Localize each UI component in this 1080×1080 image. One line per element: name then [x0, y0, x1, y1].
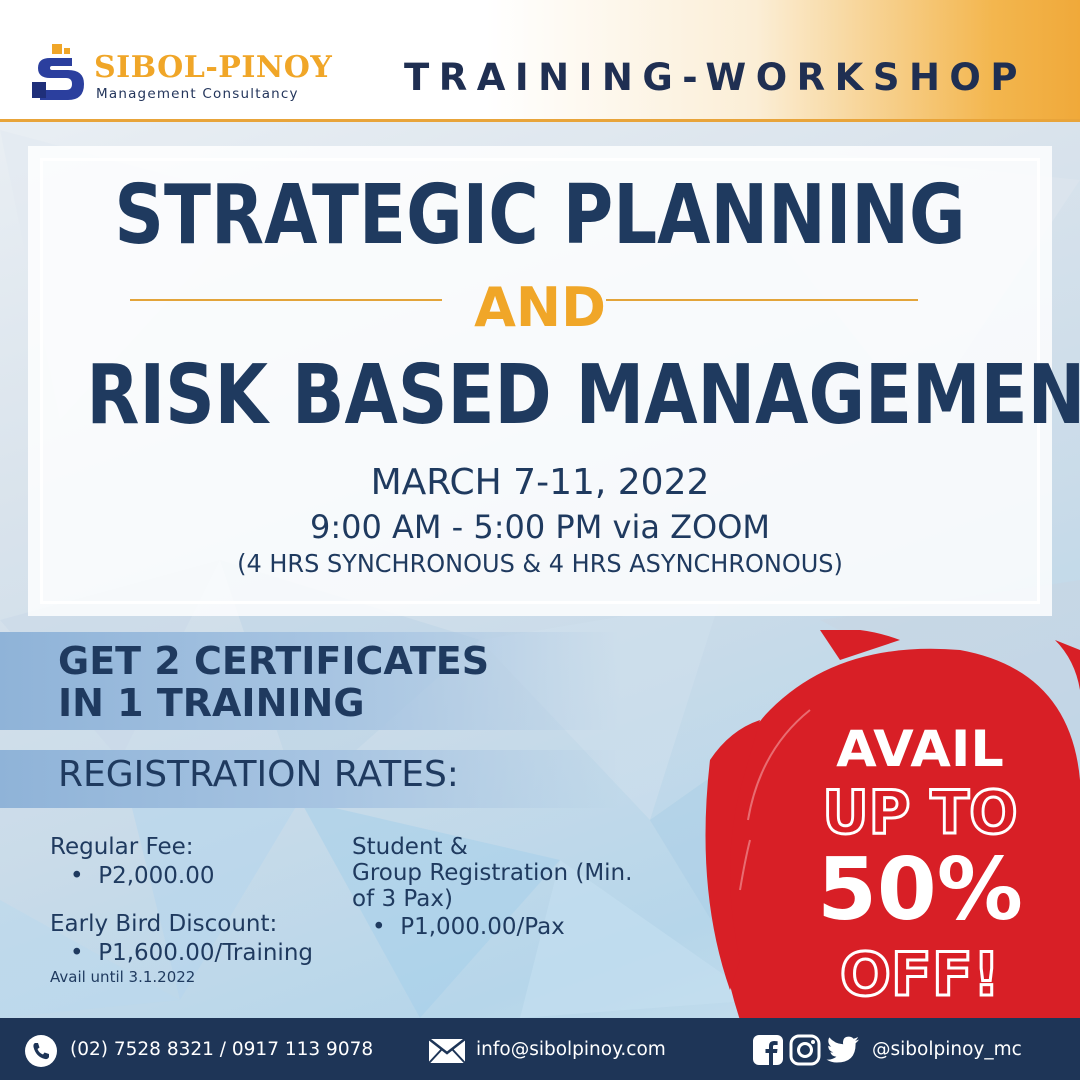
early-bird-item: • P1,600.00/Training [70, 940, 313, 966]
instagram-icon[interactable] [789, 1034, 821, 1066]
event-date: MARCH 7-11, 2022 [370, 462, 710, 503]
promo-line4: OFF! [838, 939, 1001, 1012]
promo-line3: 50% [817, 840, 1023, 940]
rates-title: REGISTRATION RATES: [58, 754, 459, 795]
footer-phone: (02) 7528 8321 / 0917 113 9078 [70, 1039, 374, 1060]
twitter-icon[interactable] [826, 1036, 860, 1064]
event-format: (4 HRS SYNCHRONOUS & 4 HRS ASYNCHRONOUS) [237, 549, 843, 578]
certificates-line1: GET 2 CERTIFICATES [58, 639, 490, 683]
brand-name: SIBOL-PINOY [94, 50, 333, 85]
facebook-icon[interactable] [752, 1034, 784, 1066]
sibol-pinoy-logo-icon [32, 44, 84, 100]
promo-line2: UP TO [821, 777, 1019, 850]
early-bird-price: P1,600.00/Training [98, 940, 313, 966]
brand-subtitle: Management Consultancy [96, 86, 299, 102]
promo-line1: AVAIL [836, 720, 1004, 778]
group-label-line2: Group Registration (Min. [352, 860, 633, 886]
certificates-text: GET 2 CERTIFICATES IN 1 TRAINING [58, 640, 489, 724]
event-time: 9:00 AM - 5:00 PM via ZOOM [309, 508, 771, 546]
bullet-icon: • [70, 863, 99, 889]
early-bird-label: Early Bird Discount: [50, 911, 278, 937]
group-item: • P1,000.00/Pax [372, 914, 565, 940]
header-bar: SIBOL-PINOY Management Consultancy TRAIN… [0, 0, 1080, 122]
group-price: P1,000.00/Pax [400, 914, 565, 940]
bullet-icon: • [70, 940, 99, 966]
certificates-line2: IN 1 TRAINING [58, 681, 365, 725]
event-title-line1: STRATEGIC PLANNING [114, 168, 966, 263]
regular-fee-label: Regular Fee: [50, 834, 194, 860]
event-title-line2: RISK BASED MANAGEMENT [86, 348, 1080, 443]
early-bird-note: Avail until 3.1.2022 [50, 968, 196, 986]
envelope-icon [428, 1038, 466, 1064]
regular-fee-price: P2,000.00 [98, 863, 215, 889]
regular-fee-item: • P2,000.00 [70, 863, 215, 889]
header-title: TRAINING-WORKSHOP [404, 56, 1028, 99]
footer-email: info@sibolpinoy.com [476, 1039, 666, 1060]
group-label-line3: of 3 Pax) [352, 886, 453, 912]
bullet-icon: • [372, 914, 401, 940]
footer-social-handle[interactable]: @sibolpinoy_mc [872, 1039, 1022, 1060]
event-title-connector: AND [474, 276, 606, 339]
group-label-line1: Student & [352, 834, 468, 860]
phone-icon [25, 1035, 57, 1067]
